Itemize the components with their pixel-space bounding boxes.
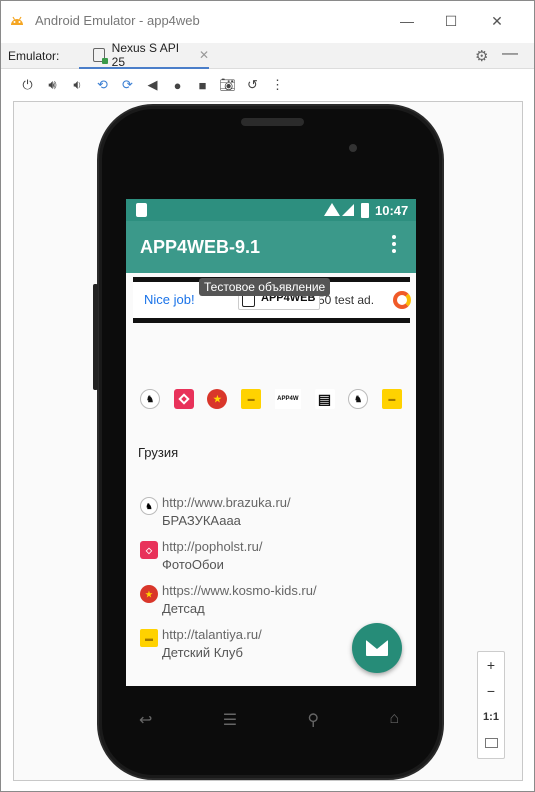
list-item[interactable]: ◇ http://popholst.ru/ ФотоОбои	[138, 539, 408, 579]
brazuka-icon[interactable]: ♞	[140, 389, 160, 409]
admob-logo-icon	[393, 291, 411, 309]
tab-close-icon[interactable]: ✕	[199, 48, 209, 62]
status-bar: 10:47	[126, 199, 416, 221]
entry-name: Детский Клуб	[162, 645, 243, 660]
site-icon-strip: ♞ ★ ▬ APP4W ▤ ♞ ▬	[140, 386, 402, 412]
zoom-in-button[interactable]: +	[478, 652, 504, 678]
gear-icon[interactable]: ⚙	[475, 47, 488, 65]
back-key-icon[interactable]: ↩	[139, 710, 152, 732]
phone-screen: 10:47 APP4WEB-9.1 Nice job! 50 test ad. …	[126, 199, 416, 686]
test-ad-tooltip: Тестовое объявление	[199, 278, 331, 296]
rotate-left-icon[interactable]: ⟲	[90, 73, 115, 97]
brazuka-icon[interactable]: ♞	[348, 389, 369, 409]
wifi-icon	[324, 203, 340, 216]
kosmo-icon[interactable]: ★	[207, 389, 228, 409]
talantiya-icon[interactable]: ▬	[381, 389, 402, 409]
sd-card-icon	[136, 203, 147, 217]
email-icon	[366, 640, 388, 656]
home-icon[interactable]: ●	[165, 73, 190, 97]
entry-name: ФотоОбои	[162, 557, 224, 572]
talantiya-icon: ▬	[140, 629, 158, 647]
emulator-toolbar: ⏻ 🔊︎ 🔉︎ ⟲ ⟳ ◀ ● ■ 📷︎ ↺ ⋮	[1, 71, 534, 99]
maximize-button[interactable]: ☐	[441, 11, 461, 31]
front-camera	[349, 144, 357, 152]
app-bar: APP4WEB-9.1	[126, 221, 416, 273]
title-bar: Android Emulator - app4web — ☐ ✕	[1, 1, 534, 41]
tab-label: Nexus S API 25	[111, 41, 180, 69]
side-key	[93, 284, 98, 390]
zoom-fit-button[interactable]	[478, 730, 504, 756]
android-logo-icon	[11, 16, 23, 25]
volume-up-icon[interactable]: 🔊︎	[40, 73, 65, 97]
speaker-grille	[241, 118, 304, 126]
kosmo-icon: ★	[140, 585, 158, 603]
overflow-menu-icon[interactable]	[392, 235, 396, 253]
tab-bar: Emulator: Nexus S API 25 ✕ ⚙ —	[1, 41, 534, 69]
minimize-button[interactable]: —	[397, 11, 417, 31]
emulator-window: Android Emulator - app4web — ☐ ✕ Emulato…	[0, 0, 535, 792]
rotate-right-icon[interactable]: ⟳	[115, 73, 140, 97]
entry-name: Детсад	[162, 601, 205, 616]
clipboard-icon[interactable]: ▤	[314, 389, 335, 409]
ad-nice-job: Nice job!	[144, 292, 195, 307]
list-item[interactable]: ★ https://www.kosmo-kids.ru/ Детсад	[138, 583, 408, 623]
status-time: 10:47	[375, 203, 409, 218]
menu-key-icon[interactable]: ☰	[223, 710, 237, 732]
close-button[interactable]: ✕	[487, 11, 507, 31]
brazuka-icon: ♞	[140, 497, 158, 515]
entry-name: БРАЗУКАааа	[162, 513, 241, 528]
entry-url: http://talantiya.ru/	[162, 627, 262, 642]
camera-icon[interactable]: 📷︎	[215, 73, 240, 97]
zoom-actual-size-button[interactable]: 1:1	[478, 704, 504, 730]
device-icon	[93, 48, 108, 64]
zoom-out-button[interactable]: −	[478, 678, 504, 704]
email-fab-button[interactable]	[352, 623, 402, 673]
app-title: APP4WEB-9.1	[140, 237, 261, 257]
hardware-keys: ↩ ☰ ⚲ ⌂	[139, 710, 399, 732]
country-heading: Грузия	[138, 445, 179, 460]
fit-screen-icon	[484, 738, 498, 748]
back-icon[interactable]: ◀	[140, 73, 165, 97]
zoom-controls: + − 1:1	[477, 651, 505, 759]
talantiya-icon[interactable]: ▬	[241, 389, 262, 409]
photo-icon[interactable]	[173, 389, 194, 409]
entry-url: https://www.kosmo-kids.ru/	[162, 583, 317, 598]
photo-icon: ◇	[140, 541, 158, 559]
emulator-label: Emulator:	[8, 49, 60, 63]
overview-icon[interactable]: ■	[190, 73, 215, 97]
panel-minimize-button[interactable]: —	[502, 45, 518, 63]
battery-icon	[361, 203, 369, 218]
volume-down-icon[interactable]: 🔉︎	[65, 73, 90, 97]
power-icon[interactable]: ⏻	[15, 73, 40, 97]
snapshot-icon[interactable]: ↺	[240, 73, 265, 97]
more-icon[interactable]: ⋮	[265, 73, 290, 97]
search-key-icon[interactable]: ⚲	[307, 710, 319, 732]
window-title: Android Emulator - app4web	[35, 13, 200, 28]
entry-url: http://www.brazuka.ru/	[162, 495, 291, 510]
home-key-icon[interactable]: ⌂	[389, 710, 399, 732]
tab-nexus-s[interactable]: Nexus S API 25 ✕	[79, 41, 209, 69]
emulator-stage: 10:47 APP4WEB-9.1 Nice job! 50 test ad. …	[13, 101, 523, 781]
list-item[interactable]: ♞ http://www.brazuka.ru/ БРАЗУКАааа	[138, 495, 408, 535]
entry-url: http://popholst.ru/	[162, 539, 263, 554]
phone-frame: 10:47 APP4WEB-9.1 Nice job! 50 test ad. …	[93, 104, 444, 780]
app4web-icon[interactable]: APP4W	[274, 389, 301, 409]
signal-icon	[342, 204, 354, 216]
